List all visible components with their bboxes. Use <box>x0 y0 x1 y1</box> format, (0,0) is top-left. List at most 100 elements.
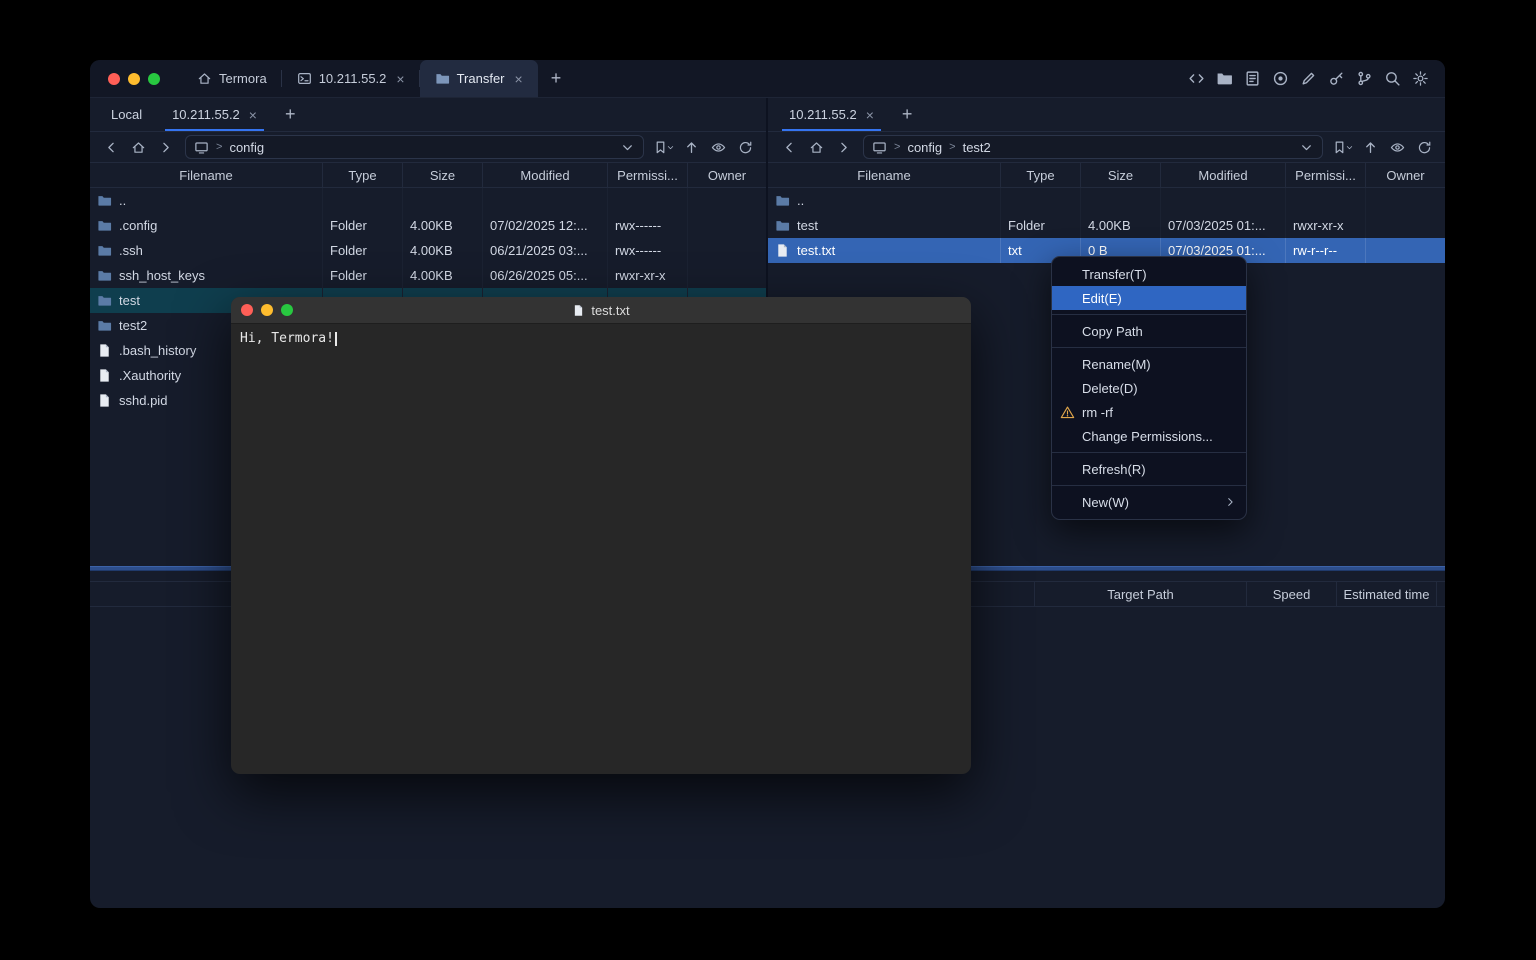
table-row[interactable]: ssh_host_keys Folder4.00KB06/26/2025 05:… <box>90 263 766 288</box>
context-menu: Transfer(T) Edit(E) Copy Path Rename(M) … <box>1051 256 1247 520</box>
path-bar[interactable]: > config <box>185 135 644 159</box>
minimize-window-button[interactable] <box>261 304 273 316</box>
titlebar: Termora 10.211.55.2 × Transfer × + <box>90 60 1445 98</box>
folder-icon <box>775 193 790 208</box>
breadcrumb-separator: > <box>894 141 900 153</box>
column-header[interactable]: Permissi... <box>1286 163 1366 187</box>
breadcrumb[interactable]: config <box>907 140 942 155</box>
menu-item-refresh[interactable]: Refresh(R) <box>1052 457 1246 481</box>
editor-titlebar[interactable]: test.txt <box>231 297 971 324</box>
forward-button[interactable] <box>153 135 177 159</box>
file-icon <box>775 243 790 258</box>
breadcrumb[interactable]: config <box>229 140 264 155</box>
close-tab-icon[interactable]: × <box>515 72 523 86</box>
file-name: ssh_host_keys <box>119 268 205 283</box>
column-header[interactable]: Owner <box>688 163 766 187</box>
table-row[interactable]: .. <box>90 188 766 213</box>
bookmark-button[interactable] <box>652 135 676 159</box>
column-header[interactable]: Estimated time <box>1336 582 1436 606</box>
column-header[interactable]: Target Path <box>1034 582 1246 606</box>
tab-host[interactable]: 10.211.55.2 × <box>282 60 420 97</box>
close-tab-icon[interactable]: × <box>396 72 404 86</box>
tab-remote-host[interactable]: 10.211.55.2 × <box>774 98 889 131</box>
path-bar[interactable]: > config > test2 <box>863 135 1323 159</box>
report-icon[interactable] <box>1244 70 1261 87</box>
close-window-button[interactable] <box>241 304 253 316</box>
refresh-button[interactable] <box>733 135 757 159</box>
column-header[interactable]: Type <box>323 163 403 187</box>
column-header[interactable]: Size <box>403 163 483 187</box>
column-header[interactable]: Owner <box>1366 163 1445 187</box>
column-header[interactable]: Filename <box>90 163 323 187</box>
file-name: .bash_history <box>119 343 196 358</box>
column-header[interactable]: Modified <box>1161 163 1286 187</box>
new-tab-button[interactable]: + <box>538 60 575 97</box>
key-icon[interactable] <box>1328 70 1345 87</box>
parent-directory-button[interactable] <box>679 135 703 159</box>
editor-window: test.txt Hi, Termora! <box>231 297 971 774</box>
home-button[interactable] <box>126 135 150 159</box>
show-hidden-button[interactable] <box>706 135 730 159</box>
parent-directory-button[interactable] <box>1358 135 1382 159</box>
tab-transfer[interactable]: Transfer × <box>420 60 538 97</box>
close-tab-icon[interactable]: × <box>249 108 257 122</box>
code-icon[interactable] <box>1188 70 1205 87</box>
table-row[interactable]: .. <box>768 188 1445 213</box>
close-window-button[interactable] <box>108 73 120 85</box>
column-header[interactable]: Speed <box>1246 582 1336 606</box>
search-icon[interactable] <box>1384 70 1401 87</box>
file-name: .config <box>119 218 157 233</box>
warning-icon <box>1060 405 1075 420</box>
chevron-down-icon[interactable] <box>620 140 635 155</box>
column-header[interactable]: Type <box>1001 163 1081 187</box>
zoom-window-button[interactable] <box>148 73 160 85</box>
column-header[interactable]: Modified <box>483 163 608 187</box>
menu-item-transfer[interactable]: Transfer(T) <box>1052 262 1246 286</box>
menu-item-delete[interactable]: Delete(D) <box>1052 376 1246 400</box>
breadcrumb-separator: > <box>216 141 222 153</box>
folder-icon[interactable] <box>1216 70 1233 87</box>
forward-button[interactable] <box>831 135 855 159</box>
traffic-lights <box>90 60 182 97</box>
breadcrumb-separator: > <box>949 141 955 153</box>
editor-content[interactable]: Hi, Termora! <box>231 324 971 353</box>
column-header[interactable]: Size <box>1081 163 1161 187</box>
back-button[interactable] <box>99 135 123 159</box>
breadcrumb[interactable]: test2 <box>963 140 991 155</box>
home-button[interactable] <box>804 135 828 159</box>
column-header[interactable]: Permissi... <box>608 163 688 187</box>
menu-item-label: rm -rf <box>1082 405 1113 420</box>
menu-item-change-permissions[interactable]: Change Permissions... <box>1052 424 1246 448</box>
refresh-button[interactable] <box>1412 135 1436 159</box>
tab-label: Termora <box>219 71 267 86</box>
minimize-window-button[interactable] <box>128 73 140 85</box>
new-pane-tab-button[interactable]: + <box>272 98 309 131</box>
edit-icon[interactable] <box>1300 70 1317 87</box>
table-row[interactable]: .config Folder4.00KB07/02/2025 12:...rwx… <box>90 213 766 238</box>
folder-icon <box>97 243 112 258</box>
menu-item-edit[interactable]: Edit(E) <box>1052 286 1246 310</box>
table-row[interactable]: .ssh Folder4.00KB06/21/2025 03:...rwx---… <box>90 238 766 263</box>
branch-icon[interactable] <box>1356 70 1373 87</box>
menu-item-new[interactable]: New(W) <box>1052 490 1246 514</box>
menu-item-rm-rf[interactable]: rm -rf <box>1052 400 1246 424</box>
editor-title: test.txt <box>231 303 971 318</box>
tab-remote-host[interactable]: 10.211.55.2 × <box>157 98 272 131</box>
column-header[interactable]: Filename <box>768 163 1001 187</box>
bookmark-button[interactable] <box>1331 135 1355 159</box>
record-icon[interactable] <box>1272 70 1289 87</box>
close-tab-icon[interactable]: × <box>866 108 874 122</box>
file-icon <box>97 368 112 383</box>
zoom-window-button[interactable] <box>281 304 293 316</box>
new-pane-tab-button[interactable]: + <box>889 98 926 131</box>
table-row[interactable]: test Folder4.00KB07/03/2025 01:...rwxr-x… <box>768 213 1445 238</box>
tab-termora[interactable]: Termora <box>182 60 282 97</box>
chevron-down-icon[interactable] <box>1299 140 1314 155</box>
tab-local[interactable]: Local <box>96 98 157 131</box>
menu-item-rename[interactable]: Rename(M) <box>1052 352 1246 376</box>
menu-item-copy-path[interactable]: Copy Path <box>1052 319 1246 343</box>
settings-icon[interactable] <box>1412 70 1429 87</box>
submenu-arrow-icon <box>1224 496 1236 508</box>
back-button[interactable] <box>777 135 801 159</box>
show-hidden-button[interactable] <box>1385 135 1409 159</box>
